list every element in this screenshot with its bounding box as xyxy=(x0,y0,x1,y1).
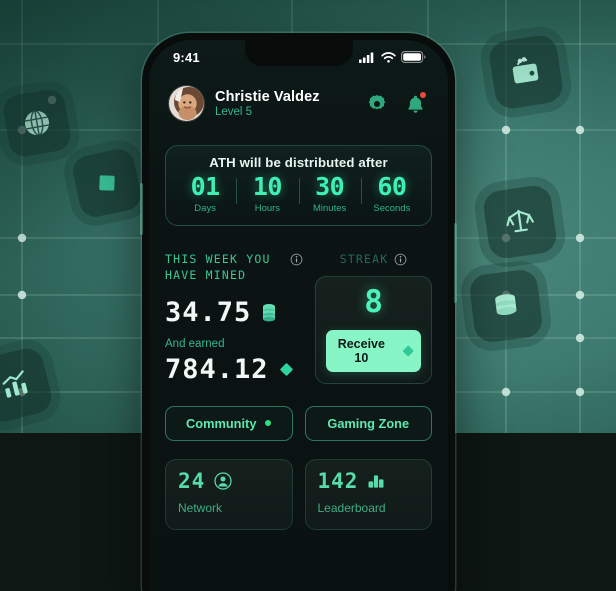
nav-button-row: Community Gaming Zone xyxy=(165,405,432,441)
online-status-dot xyxy=(265,420,272,427)
countdown-seconds-value: 60 xyxy=(377,172,407,201)
diamond-icon xyxy=(99,175,115,191)
receive-button[interactable]: Receive 10 xyxy=(326,329,421,372)
streak-block: STREAK 8 Receive 10 xyxy=(315,252,432,384)
earned-label: And earned xyxy=(165,338,225,351)
header-actions xyxy=(366,91,428,115)
profile-text: Christie Valdez Level 5 xyxy=(215,89,366,119)
countdown-unit-hours: 10 Hours xyxy=(236,172,298,215)
person-circle-icon xyxy=(214,472,232,490)
network-value: 24 xyxy=(178,468,206,493)
leaderboard-card-top: 142 xyxy=(317,468,420,493)
countdown-unit-days: 01 Days xyxy=(174,172,236,215)
info-icon[interactable] xyxy=(290,253,303,266)
streak-section-label: STREAK xyxy=(339,252,389,267)
bg-tile-balance xyxy=(481,183,559,261)
bg-tile-globe xyxy=(1,87,73,159)
battery-icon xyxy=(401,51,426,63)
mined-value-row: 34.75 xyxy=(165,299,303,326)
streak-value: 8 xyxy=(364,283,383,320)
avatar[interactable] xyxy=(169,86,204,121)
mining-block: THIS WEEK YOU HAVE MINED 34.75 And earne… xyxy=(165,252,303,384)
profile-level: Level 5 xyxy=(215,106,253,119)
profile-name: Christie Valdez xyxy=(215,88,320,105)
balance-icon xyxy=(506,209,534,233)
globe-icon xyxy=(24,110,50,136)
earned-value: 784.12 xyxy=(165,354,269,386)
chart-icon xyxy=(2,370,28,398)
streak-card: 8 Receive 10 xyxy=(315,275,432,384)
phone-mockup: 9:41 Christie Valdez Level 5 ATH will be… xyxy=(140,33,457,591)
streak-header: STREAK xyxy=(315,252,432,268)
database-icon xyxy=(495,294,517,316)
info-icon[interactable] xyxy=(394,253,407,266)
status-bar: 9:41 xyxy=(149,40,448,74)
countdown-days-label: Days xyxy=(194,203,216,215)
wifi-icon xyxy=(381,51,396,63)
countdown-title: ATH will be distributed after xyxy=(209,155,388,170)
countdown-unit-seconds: 60 Seconds xyxy=(360,172,423,215)
countdown-minutes-label: Minutes xyxy=(312,203,347,215)
gaming-zone-button-label: Gaming Zone xyxy=(327,415,410,431)
network-card[interactable]: 24 Network xyxy=(165,458,293,530)
stat-card-row: 24 Network 142 Leaderboard xyxy=(165,458,432,530)
stats-section: THIS WEEK YOU HAVE MINED 34.75 And earne… xyxy=(165,252,432,384)
user-avatar xyxy=(169,86,204,121)
cellular-signal-icon xyxy=(359,52,374,63)
leaderboard-label: Leaderboard xyxy=(317,500,386,515)
countdown-unit-minutes: 30 Minutes xyxy=(298,172,361,215)
profile-header: Christie Valdez Level 5 xyxy=(149,74,448,121)
earned-value-row: 784.12 xyxy=(165,356,303,383)
receive-button-label: Receive 10 xyxy=(337,336,385,365)
mined-value: 34.75 xyxy=(165,297,252,329)
screenshot-stage: 9:41 Christie Valdez Level 5 ATH will be… xyxy=(0,0,616,591)
mining-section-label: THIS WEEK YOU HAVE MINED xyxy=(165,252,271,282)
countdown-hours-value: 10 xyxy=(252,172,283,201)
network-label: Network xyxy=(178,500,223,515)
countdown-minutes-value: 30 xyxy=(315,172,345,201)
leaderboard-card[interactable]: 142 Leaderboard xyxy=(304,458,432,530)
bg-tile-chart xyxy=(0,344,56,426)
diamond-icon xyxy=(402,345,414,357)
countdown-days-value: 01 xyxy=(190,172,221,201)
bg-tile-diamond xyxy=(70,146,144,220)
status-time: 9:41 xyxy=(173,49,200,65)
settings-button[interactable] xyxy=(366,93,388,115)
countdown-seconds-label: Seconds xyxy=(373,203,411,215)
notifications-button[interactable] xyxy=(405,91,426,115)
diamond-icon xyxy=(279,363,293,377)
gear-icon xyxy=(368,94,386,109)
bg-tile-wallet xyxy=(487,33,565,111)
countdown-hours-label: Hours xyxy=(254,203,281,215)
notification-badge xyxy=(420,91,426,98)
podium-bars-icon xyxy=(368,475,384,488)
status-icons xyxy=(359,51,426,63)
phone-screen: 9:41 Christie Valdez Level 5 ATH will be… xyxy=(149,40,448,591)
coin-stack-icon xyxy=(263,303,276,322)
countdown-units: 01 Days 10 Hours 30 Minutes 60 Seconds xyxy=(174,172,423,215)
wallet-icon xyxy=(512,57,539,84)
community-button-label: Community xyxy=(186,415,257,431)
bg-tile-database xyxy=(468,268,544,344)
gaming-zone-button[interactable]: Gaming Zone xyxy=(304,405,432,441)
countdown-panel: ATH will be distributed after 01 Days 10… xyxy=(165,145,432,227)
network-card-top: 24 xyxy=(178,468,280,493)
community-button[interactable]: Community xyxy=(165,405,293,441)
leaderboard-value: 142 xyxy=(317,468,359,493)
mining-header: THIS WEEK YOU HAVE MINED xyxy=(165,252,303,283)
